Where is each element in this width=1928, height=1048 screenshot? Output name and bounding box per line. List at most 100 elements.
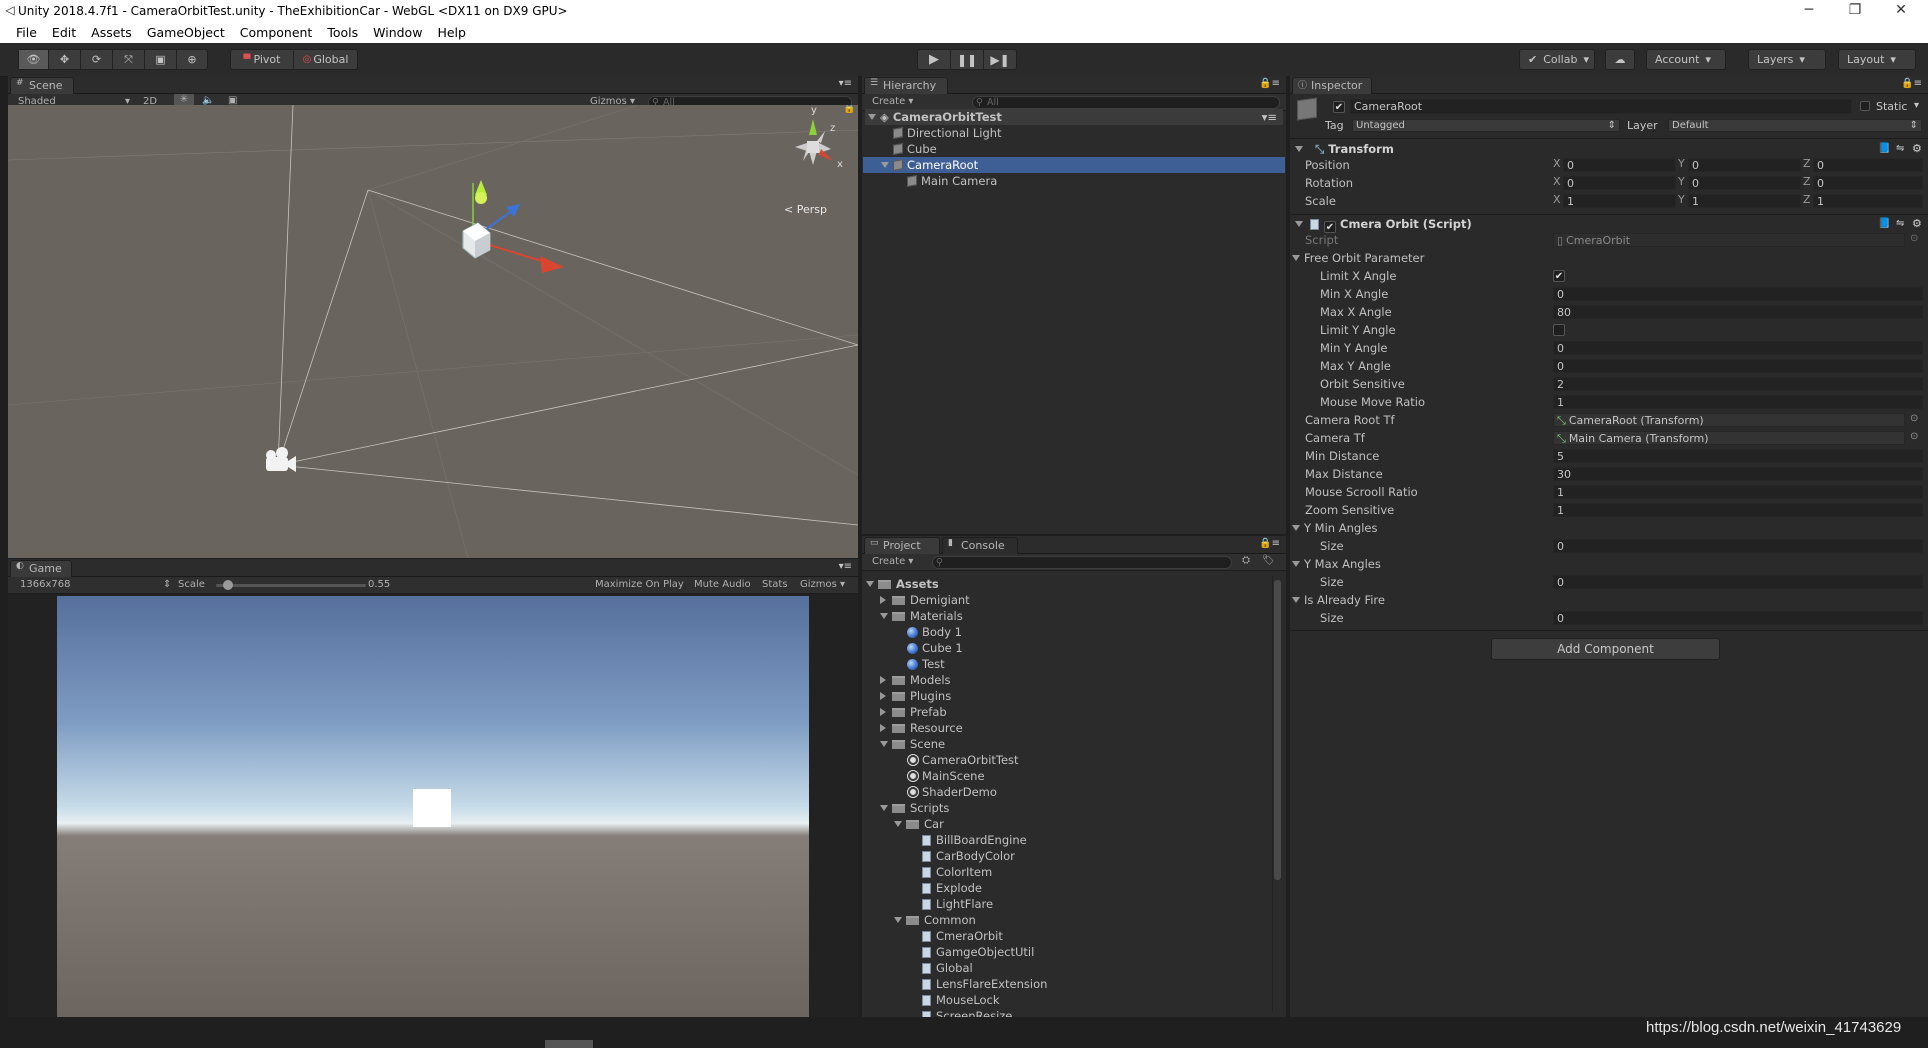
tab-scene[interactable]: # Scene <box>10 77 74 94</box>
project-item[interactable]: CarBodyColor <box>922 848 1015 864</box>
project-item[interactable]: Car <box>894 816 944 832</box>
game-gizmos-dropdown[interactable]: Gizmos ▾ <box>800 579 845 590</box>
hierarchy-item[interactable]: Cube <box>893 141 937 157</box>
panel-menu-icon[interactable]: ▾≡ <box>839 561 852 572</box>
hierarchy-create-dropdown[interactable]: Create ▾ <box>872 96 913 107</box>
minimize-button[interactable]: ─ <box>1786 0 1832 22</box>
object-picker-icon[interactable]: ⊙ <box>1910 431 1918 442</box>
menu-file[interactable]: File <box>16 25 37 40</box>
rect-tool-icon[interactable]: ▣ <box>145 50 177 69</box>
account-dropdown[interactable]: Account ▾ <box>1646 49 1726 70</box>
expand-arrow-icon[interactable] <box>1292 255 1300 261</box>
max-y-angle-field[interactable]: 0 <box>1553 359 1923 373</box>
y-min-angles-foldout[interactable]: Y Min Angles <box>1292 520 1377 536</box>
camera-root-tf-field[interactable]: ⤡ CameraRoot (Transform) <box>1553 413 1905 427</box>
menu-window[interactable]: Window <box>373 25 422 40</box>
expand-arrow-icon[interactable] <box>1292 561 1300 567</box>
orientation-gizmo[interactable]: y z x 🔒 <box>773 105 855 185</box>
project-item[interactable]: LensFlareExtension <box>922 976 1047 992</box>
y-max-angles-size-field[interactable]: 0 <box>1553 575 1923 589</box>
project-scrollbar[interactable] <box>1272 576 1282 1012</box>
is-already-fire-foldout[interactable]: Is Already Fire <box>1292 592 1385 608</box>
active-checkbox[interactable]: ✔ <box>1333 101 1345 113</box>
menu-component[interactable]: Component <box>240 25 313 40</box>
project-search-input[interactable]: ⚲ <box>932 556 1232 569</box>
scale-z-field[interactable]: 1 <box>1813 194 1923 208</box>
project-scrollbar-thumb[interactable] <box>1274 580 1281 880</box>
expand-arrow-icon[interactable] <box>880 613 888 619</box>
maximize-on-play-toggle[interactable]: Maximize On Play <box>595 579 684 590</box>
transform-header[interactable]: ⤡ Transform 📘 ⇋ ⚙ <box>1290 141 1928 157</box>
resolution-dropdown[interactable]: 1366x768 <box>20 579 70 590</box>
move-tool-icon[interactable]: ✥ <box>49 50 81 69</box>
object-picker-icon[interactable]: ⊙ <box>1910 413 1918 424</box>
help-icon[interactable]: 📘 <box>1878 141 1890 157</box>
taskbar-scroll-thumb[interactable] <box>545 1040 593 1048</box>
project-item[interactable]: Scene <box>880 736 945 752</box>
tab-project[interactable]: ▭ Project <box>864 537 940 554</box>
mute-audio-toggle[interactable]: Mute Audio <box>694 579 751 590</box>
project-item[interactable]: Global <box>922 960 973 976</box>
rotate-tool-icon[interactable]: ⟳ <box>81 50 113 69</box>
mouse-scroll-ratio-field[interactable]: 1 <box>1553 485 1923 499</box>
collapse-arrow-icon[interactable] <box>880 692 886 700</box>
layers-dropdown[interactable]: Layers ▾ <box>1748 49 1826 70</box>
play-icon[interactable]: ▶ <box>918 50 951 69</box>
panel-menu-icon[interactable]: 🔒≡ <box>1901 78 1922 89</box>
hierarchy-item-selected[interactable]: CameraRoot <box>863 157 1285 173</box>
tab-game[interactable]: ◐ Game <box>10 560 72 577</box>
preset-icon[interactable]: ⇋ <box>1896 216 1904 232</box>
mouse-move-ratio-field[interactable]: 1 <box>1553 395 1923 409</box>
pause-icon[interactable]: ❚❚ <box>951 50 984 69</box>
chevron-down-icon[interactable]: ▾ <box>1914 100 1919 111</box>
preset-icon[interactable]: ⇋ <box>1896 141 1904 157</box>
expand-arrow-icon[interactable] <box>868 114 876 120</box>
scene-root-row[interactable]: ◈ CameraOrbitTest ▾≡ <box>865 109 1283 125</box>
step-icon[interactable]: ▶❚ <box>984 50 1016 69</box>
expand-arrow-icon[interactable] <box>880 741 888 747</box>
project-item[interactable]: Explode <box>922 880 982 896</box>
collapse-arrow-icon[interactable] <box>880 708 886 716</box>
project-item[interactable]: LightFlare <box>922 896 993 912</box>
view-tool-eye-icon[interactable]: 👁 <box>19 50 49 69</box>
expand-arrow-icon[interactable] <box>880 805 888 811</box>
project-item[interactable]: MouseLock <box>922 992 1000 1008</box>
pivot-button[interactable]: ▀ Pivot <box>231 50 295 69</box>
collab-dropdown[interactable]: ✔ Collab ▾ <box>1519 49 1595 70</box>
tab-hierarchy[interactable]: ☰ Hierarchy <box>864 77 948 94</box>
rotation-x-field[interactable]: 0 <box>1563 176 1676 190</box>
scale-slider-handle[interactable] <box>223 580 233 590</box>
menu-gameobject[interactable]: GameObject <box>147 25 225 40</box>
filter-label-icon[interactable]: 🏷 <box>1262 555 1275 566</box>
collapse-arrow-icon[interactable] <box>880 724 886 732</box>
scale-x-field[interactable]: 1 <box>1563 194 1676 208</box>
project-item[interactable]: Prefab <box>880 704 947 720</box>
project-item[interactable]: Cube 1 <box>907 640 963 656</box>
project-item[interactable]: Demigiant <box>880 592 970 608</box>
transform-tool-icon[interactable]: ⊕ <box>177 50 207 69</box>
min-y-angle-field[interactable]: 0 <box>1553 341 1923 355</box>
camera-tf-field[interactable]: ⤡ Main Camera (Transform) <box>1553 431 1905 445</box>
expand-arrow-icon[interactable] <box>1292 525 1300 531</box>
project-item[interactable]: Materials <box>880 608 963 624</box>
project-item[interactable]: Resource <box>880 720 963 736</box>
project-item[interactable]: ShaderDemo <box>908 784 997 800</box>
cloud-button[interactable]: ☁ <box>1605 49 1635 70</box>
expand-arrow-icon[interactable] <box>894 821 902 827</box>
project-create-dropdown[interactable]: Create ▾ <box>872 556 913 567</box>
project-item[interactable]: MainScene <box>908 768 985 784</box>
project-item[interactable]: Test <box>907 656 945 672</box>
stats-toggle[interactable]: Stats <box>762 579 788 590</box>
gear-icon[interactable]: ⚙ <box>1912 141 1922 157</box>
panel-menu-icon[interactable]: 🔒≡ <box>1259 78 1280 89</box>
limit-x-angle-checkbox[interactable]: ✔ <box>1553 270 1565 282</box>
object-name-field[interactable]: CameraRoot <box>1350 99 1852 114</box>
static-checkbox[interactable] <box>1860 101 1870 111</box>
max-x-angle-field[interactable]: 80 <box>1553 305 1923 319</box>
rotation-y-field[interactable]: 0 <box>1688 176 1801 190</box>
script-component-header[interactable]: ✔ Cmera Orbit (Script) 📘 ⇋ ⚙ <box>1290 216 1928 233</box>
hierarchy-item[interactable]: Directional Light <box>893 125 1002 141</box>
project-item[interactable]: Scripts <box>880 800 949 816</box>
layout-dropdown[interactable]: Layout ▾ <box>1838 49 1916 70</box>
project-item[interactable]: Body 1 <box>907 624 962 640</box>
